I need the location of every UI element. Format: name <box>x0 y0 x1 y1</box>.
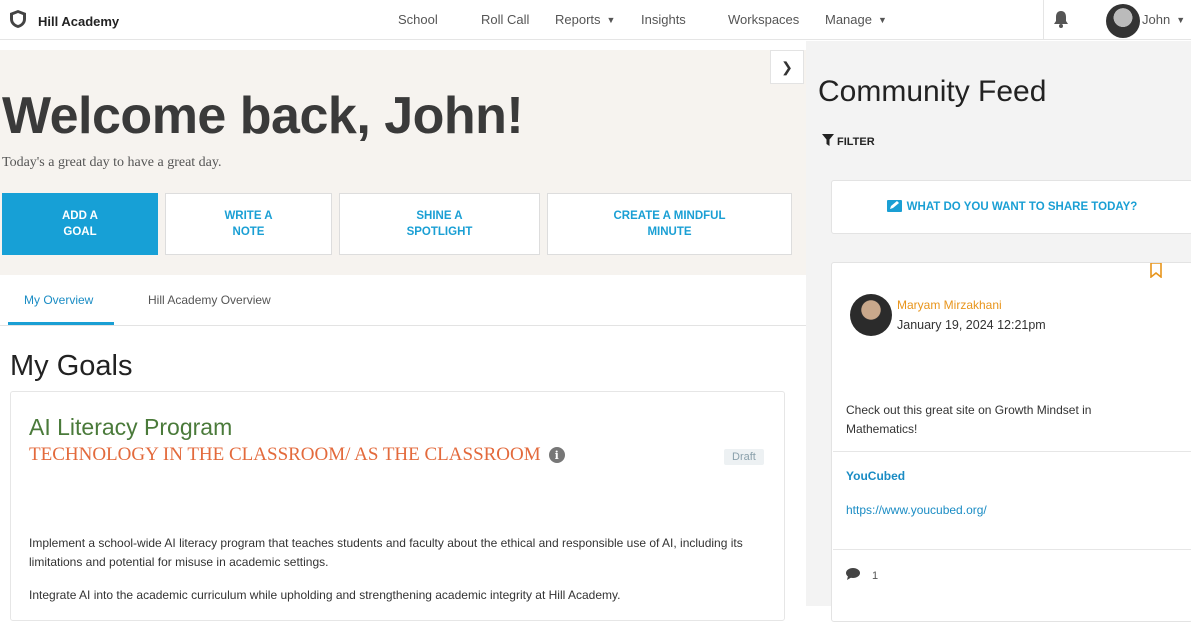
comments-button[interactable]: 1 <box>846 568 878 583</box>
edit-pencil-icon <box>886 199 903 216</box>
brand-name: Hill Academy <box>38 14 120 29</box>
nav-school-label: School <box>398 12 438 27</box>
comment-icon <box>846 568 860 583</box>
write-note-label: WRITE A NOTE <box>224 210 273 238</box>
share-prompt-button[interactable]: WHAT DO YOU WANT TO SHARE TODAY? <box>831 180 1191 234</box>
nav-workspaces-label: Workspaces <box>728 12 800 27</box>
community-feed-panel: Community Feed FILTER WHAT DO YOU WANT T… <box>806 41 1191 622</box>
nav-workspaces[interactable]: Workspaces <box>728 12 799 27</box>
nav-divider <box>1043 0 1044 40</box>
nav-reports-label: Reports <box>555 12 601 27</box>
caret-down-icon: ▼ <box>877 14 887 25</box>
goals-heading: My Goals <box>10 350 133 382</box>
shine-spotlight-label: SHINE A SPOTLIGHT <box>406 210 473 238</box>
filter-button[interactable]: FILTER <box>822 134 875 149</box>
feed-title: Community Feed <box>818 75 1047 108</box>
goal-card[interactable]: AI Literacy Program TECHNOLOGY IN THE CL… <box>10 391 785 621</box>
link-title[interactable]: YouCubed <box>846 469 905 483</box>
brand[interactable]: Hill Academy <box>8 9 119 34</box>
active-tab-indicator <box>8 322 114 325</box>
write-note-button[interactable]: WRITE A NOTE <box>165 193 332 255</box>
goal-category-label: TECHNOLOGY IN THE CLASSROOM/ AS THE CLAS… <box>29 444 541 465</box>
goal-description: Implement a school-wide AI literacy prog… <box>29 536 743 569</box>
goal-category: TECHNOLOGY IN THE CLASSROOM/ AS THE CLAS… <box>29 444 565 466</box>
goal-description-secondary: Integrate AI into the academic curriculu… <box>29 588 621 602</box>
user-avatar[interactable] <box>1106 4 1140 38</box>
welcome-tagline: Today's a great day to have a great day. <box>2 155 222 170</box>
link-preview[interactable]: YouCubed https://www.youcubed.org/ <box>833 451 1191 550</box>
nav-roll-call-label: Roll Call <box>481 12 530 27</box>
chevron-right-icon: ❯ <box>781 58 793 75</box>
caret-down-icon: ▼ <box>1176 14 1186 25</box>
status-badge: Draft <box>724 449 764 465</box>
post-date: January 19, 2024 12:21pm <box>897 318 1046 332</box>
welcome-title: Welcome back, John! <box>2 87 524 145</box>
nav-insights[interactable]: Insights <box>641 12 686 27</box>
nav-roll-call[interactable]: Roll Call <box>481 12 529 27</box>
info-icon[interactable]: i <box>548 447 565 463</box>
post-text: Check out this great site on Growth Mind… <box>846 403 1092 436</box>
add-goal-label: ADD A GOAL <box>62 210 98 238</box>
shine-spotlight-button[interactable]: SHINE A SPOTLIGHT <box>339 193 540 255</box>
comment-count: 1 <box>872 569 879 582</box>
filter-label: FILTER <box>837 135 875 148</box>
tab-hill-academy-overview[interactable]: Hill Academy Overview <box>148 293 271 307</box>
link-url[interactable]: https://www.youcubed.org/ <box>846 503 987 517</box>
caret-down-icon: ▼ <box>606 14 616 25</box>
create-mindful-minute-label: CREATE A MINDFUL MINUTE <box>613 210 726 238</box>
bookmark-icon[interactable] <box>1150 262 1162 283</box>
tab-my-overview[interactable]: My Overview <box>24 293 93 307</box>
shield-logo-icon <box>8 9 28 34</box>
top-navbar: Hill Academy School Roll Call Reports ▼ I… <box>0 0 1191 40</box>
add-goal-button[interactable]: ADD A GOAL <box>2 193 158 255</box>
feed-post: Maryam Mirzakhani January 19, 2024 12:21… <box>831 262 1191 622</box>
nav-insights-label: Insights <box>641 12 686 27</box>
nav-manage[interactable]: Manage ▼ <box>825 12 887 27</box>
goal-name[interactable]: AI Literacy Program <box>29 414 232 441</box>
create-mindful-minute-button[interactable]: CREATE A MINDFUL MINUTE <box>547 193 792 255</box>
filter-icon <box>822 134 834 149</box>
post-author[interactable]: Maryam Mirzakhani <box>897 298 1002 312</box>
bell-icon[interactable] <box>1053 10 1069 33</box>
nav-manage-label: Manage <box>825 12 872 27</box>
author-avatar[interactable] <box>850 294 892 336</box>
user-menu[interactable]: John ▼ <box>1142 12 1185 27</box>
nav-school[interactable]: School <box>398 12 438 27</box>
user-name: John <box>1142 12 1171 27</box>
overview-tabs: My Overview Hill Academy Overview <box>0 275 806 326</box>
collapse-panel-button[interactable]: ❯ <box>770 50 804 84</box>
share-prompt-label: WHAT DO YOU WANT TO SHARE TODAY? <box>906 201 1138 213</box>
nav-reports[interactable]: Reports ▼ <box>555 12 615 27</box>
